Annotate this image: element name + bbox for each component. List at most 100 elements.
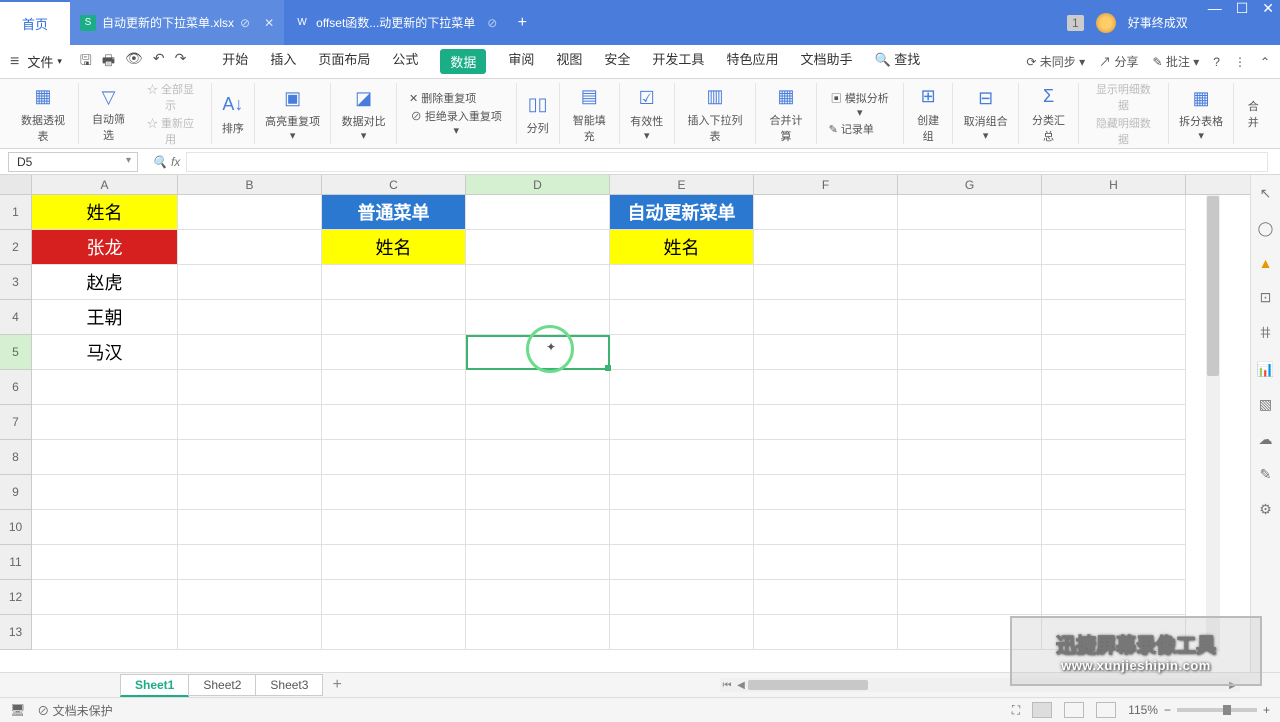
home-tab[interactable]: 首页	[0, 0, 70, 45]
row-header[interactable]: 9	[0, 475, 32, 510]
cell[interactable]	[754, 580, 898, 615]
col-header-e[interactable]: E	[610, 175, 754, 194]
cell[interactable]	[610, 265, 754, 300]
avatar[interactable]	[1096, 13, 1116, 33]
cell[interactable]	[1042, 510, 1186, 545]
edit-tool-icon[interactable]: ✎	[1260, 466, 1272, 483]
cell[interactable]	[178, 405, 322, 440]
cell[interactable]	[466, 265, 610, 300]
cell[interactable]	[898, 405, 1042, 440]
data-compare-button[interactable]: ◪数据对比▾	[331, 83, 397, 144]
cell[interactable]	[898, 440, 1042, 475]
cell[interactable]	[1042, 335, 1186, 370]
splitcol-button[interactable]: ▯▯分列	[517, 83, 560, 144]
select-tool-icon[interactable]: ↖	[1260, 185, 1272, 202]
cell[interactable]	[898, 545, 1042, 580]
cell[interactable]	[1042, 195, 1186, 230]
page-view-icon[interactable]	[1064, 702, 1084, 718]
col-header-g[interactable]: G	[898, 175, 1042, 194]
protect-status[interactable]: ⊘ 文档未保护	[37, 702, 112, 719]
whatif-button[interactable]: ▣ 模拟分析▾	[829, 90, 891, 119]
tab-devtools[interactable]: 开发工具	[652, 49, 704, 74]
cell[interactable]	[322, 405, 466, 440]
cell[interactable]	[32, 440, 178, 475]
cell[interactable]	[754, 230, 898, 265]
sync-button[interactable]: ⟳ 未同步 ▾	[1026, 53, 1085, 70]
help-icon[interactable]: ?	[1213, 55, 1220, 69]
cell[interactable]	[322, 580, 466, 615]
settings-tool-icon[interactable]: ⚙	[1259, 501, 1272, 518]
cell[interactable]	[898, 370, 1042, 405]
hamburger-icon[interactable]: ≡	[10, 53, 19, 71]
cell[interactable]	[610, 475, 754, 510]
cell[interactable]	[898, 195, 1042, 230]
tab-start[interactable]: 开始	[222, 49, 248, 74]
maximize-icon[interactable]: ☐	[1236, 0, 1249, 45]
tab-security[interactable]: 安全	[604, 49, 630, 74]
close-icon[interactable]: ✕	[264, 16, 274, 30]
cell[interactable]	[610, 440, 754, 475]
sort-button[interactable]: A↓排序	[212, 83, 255, 144]
vertical-scrollbar[interactable]	[1206, 195, 1220, 652]
split-table-button[interactable]: ▦拆分表格▾	[1169, 83, 1235, 144]
cell[interactable]	[754, 510, 898, 545]
cell[interactable]	[178, 580, 322, 615]
cell[interactable]	[322, 615, 466, 650]
cell[interactable]	[322, 545, 466, 580]
scroll-thumb[interactable]	[1207, 196, 1219, 376]
validation-button[interactable]: ☑有效性▾	[620, 83, 675, 144]
cell[interactable]	[610, 300, 754, 335]
cell[interactable]	[754, 300, 898, 335]
col-header-c[interactable]: C	[322, 175, 466, 194]
col-header-h[interactable]: H	[1042, 175, 1186, 194]
cell[interactable]	[32, 475, 178, 510]
cell-a4[interactable]: 王朝	[32, 300, 178, 335]
col-header-b[interactable]: B	[178, 175, 322, 194]
sheet-tab-3[interactable]: Sheet3	[255, 674, 323, 696]
cell[interactable]	[178, 300, 322, 335]
normal-view-icon[interactable]	[1032, 702, 1052, 718]
tab-insert[interactable]: 插入	[270, 49, 296, 74]
zoom-slider[interactable]	[1177, 708, 1257, 712]
cell[interactable]	[322, 300, 466, 335]
minimize-icon[interactable]: —	[1208, 0, 1222, 45]
cell[interactable]	[898, 230, 1042, 265]
cell[interactable]	[32, 510, 178, 545]
scroll-first-icon[interactable]: ⏮	[720, 680, 734, 691]
cell[interactable]	[466, 580, 610, 615]
cell[interactable]	[322, 510, 466, 545]
approve-button[interactable]: ✎ 批注 ▾	[1152, 53, 1199, 70]
row-header[interactable]: 8	[0, 440, 32, 475]
file-tab-2[interactable]: W offset函数...动更新的下拉菜单 ⊘	[284, 0, 507, 45]
cell[interactable]	[32, 615, 178, 650]
add-sheet-button[interactable]: +	[322, 676, 351, 694]
tab-pagelayout[interactable]: 页面布局	[318, 49, 370, 74]
cell[interactable]	[322, 265, 466, 300]
sheet-tab-2[interactable]: Sheet2	[188, 674, 256, 696]
insert-dropdown-button[interactable]: ▥插入下拉列表	[675, 83, 757, 144]
cell[interactable]	[178, 475, 322, 510]
cell[interactable]	[1042, 580, 1186, 615]
scroll-thumb[interactable]	[748, 680, 868, 690]
panel-tool-icon[interactable]: ▧	[1259, 396, 1272, 413]
cell[interactable]	[32, 405, 178, 440]
cell-e2[interactable]: 姓名	[610, 230, 754, 265]
row-header[interactable]: 7	[0, 405, 32, 440]
cell[interactable]	[178, 615, 322, 650]
cell[interactable]	[610, 335, 754, 370]
cell[interactable]	[754, 405, 898, 440]
tab-features[interactable]: 特色应用	[726, 49, 778, 74]
collapse-ribbon-icon[interactable]: ⌃	[1260, 55, 1270, 69]
cell[interactable]	[178, 265, 322, 300]
fullscreen-icon[interactable]: ⛶	[1012, 703, 1020, 718]
scroll-left-icon[interactable]: ◀	[734, 680, 748, 691]
cell[interactable]	[178, 440, 322, 475]
fx-icon[interactable]: 🔍 fx	[152, 155, 180, 169]
cell[interactable]	[178, 510, 322, 545]
row-header[interactable]: 3	[0, 265, 32, 300]
cell[interactable]	[466, 545, 610, 580]
show-detail-button[interactable]: 显示明细数据	[1091, 81, 1156, 113]
cell[interactable]	[322, 475, 466, 510]
redo-icon[interactable]: ↷	[175, 50, 187, 74]
cell[interactable]	[178, 545, 322, 580]
